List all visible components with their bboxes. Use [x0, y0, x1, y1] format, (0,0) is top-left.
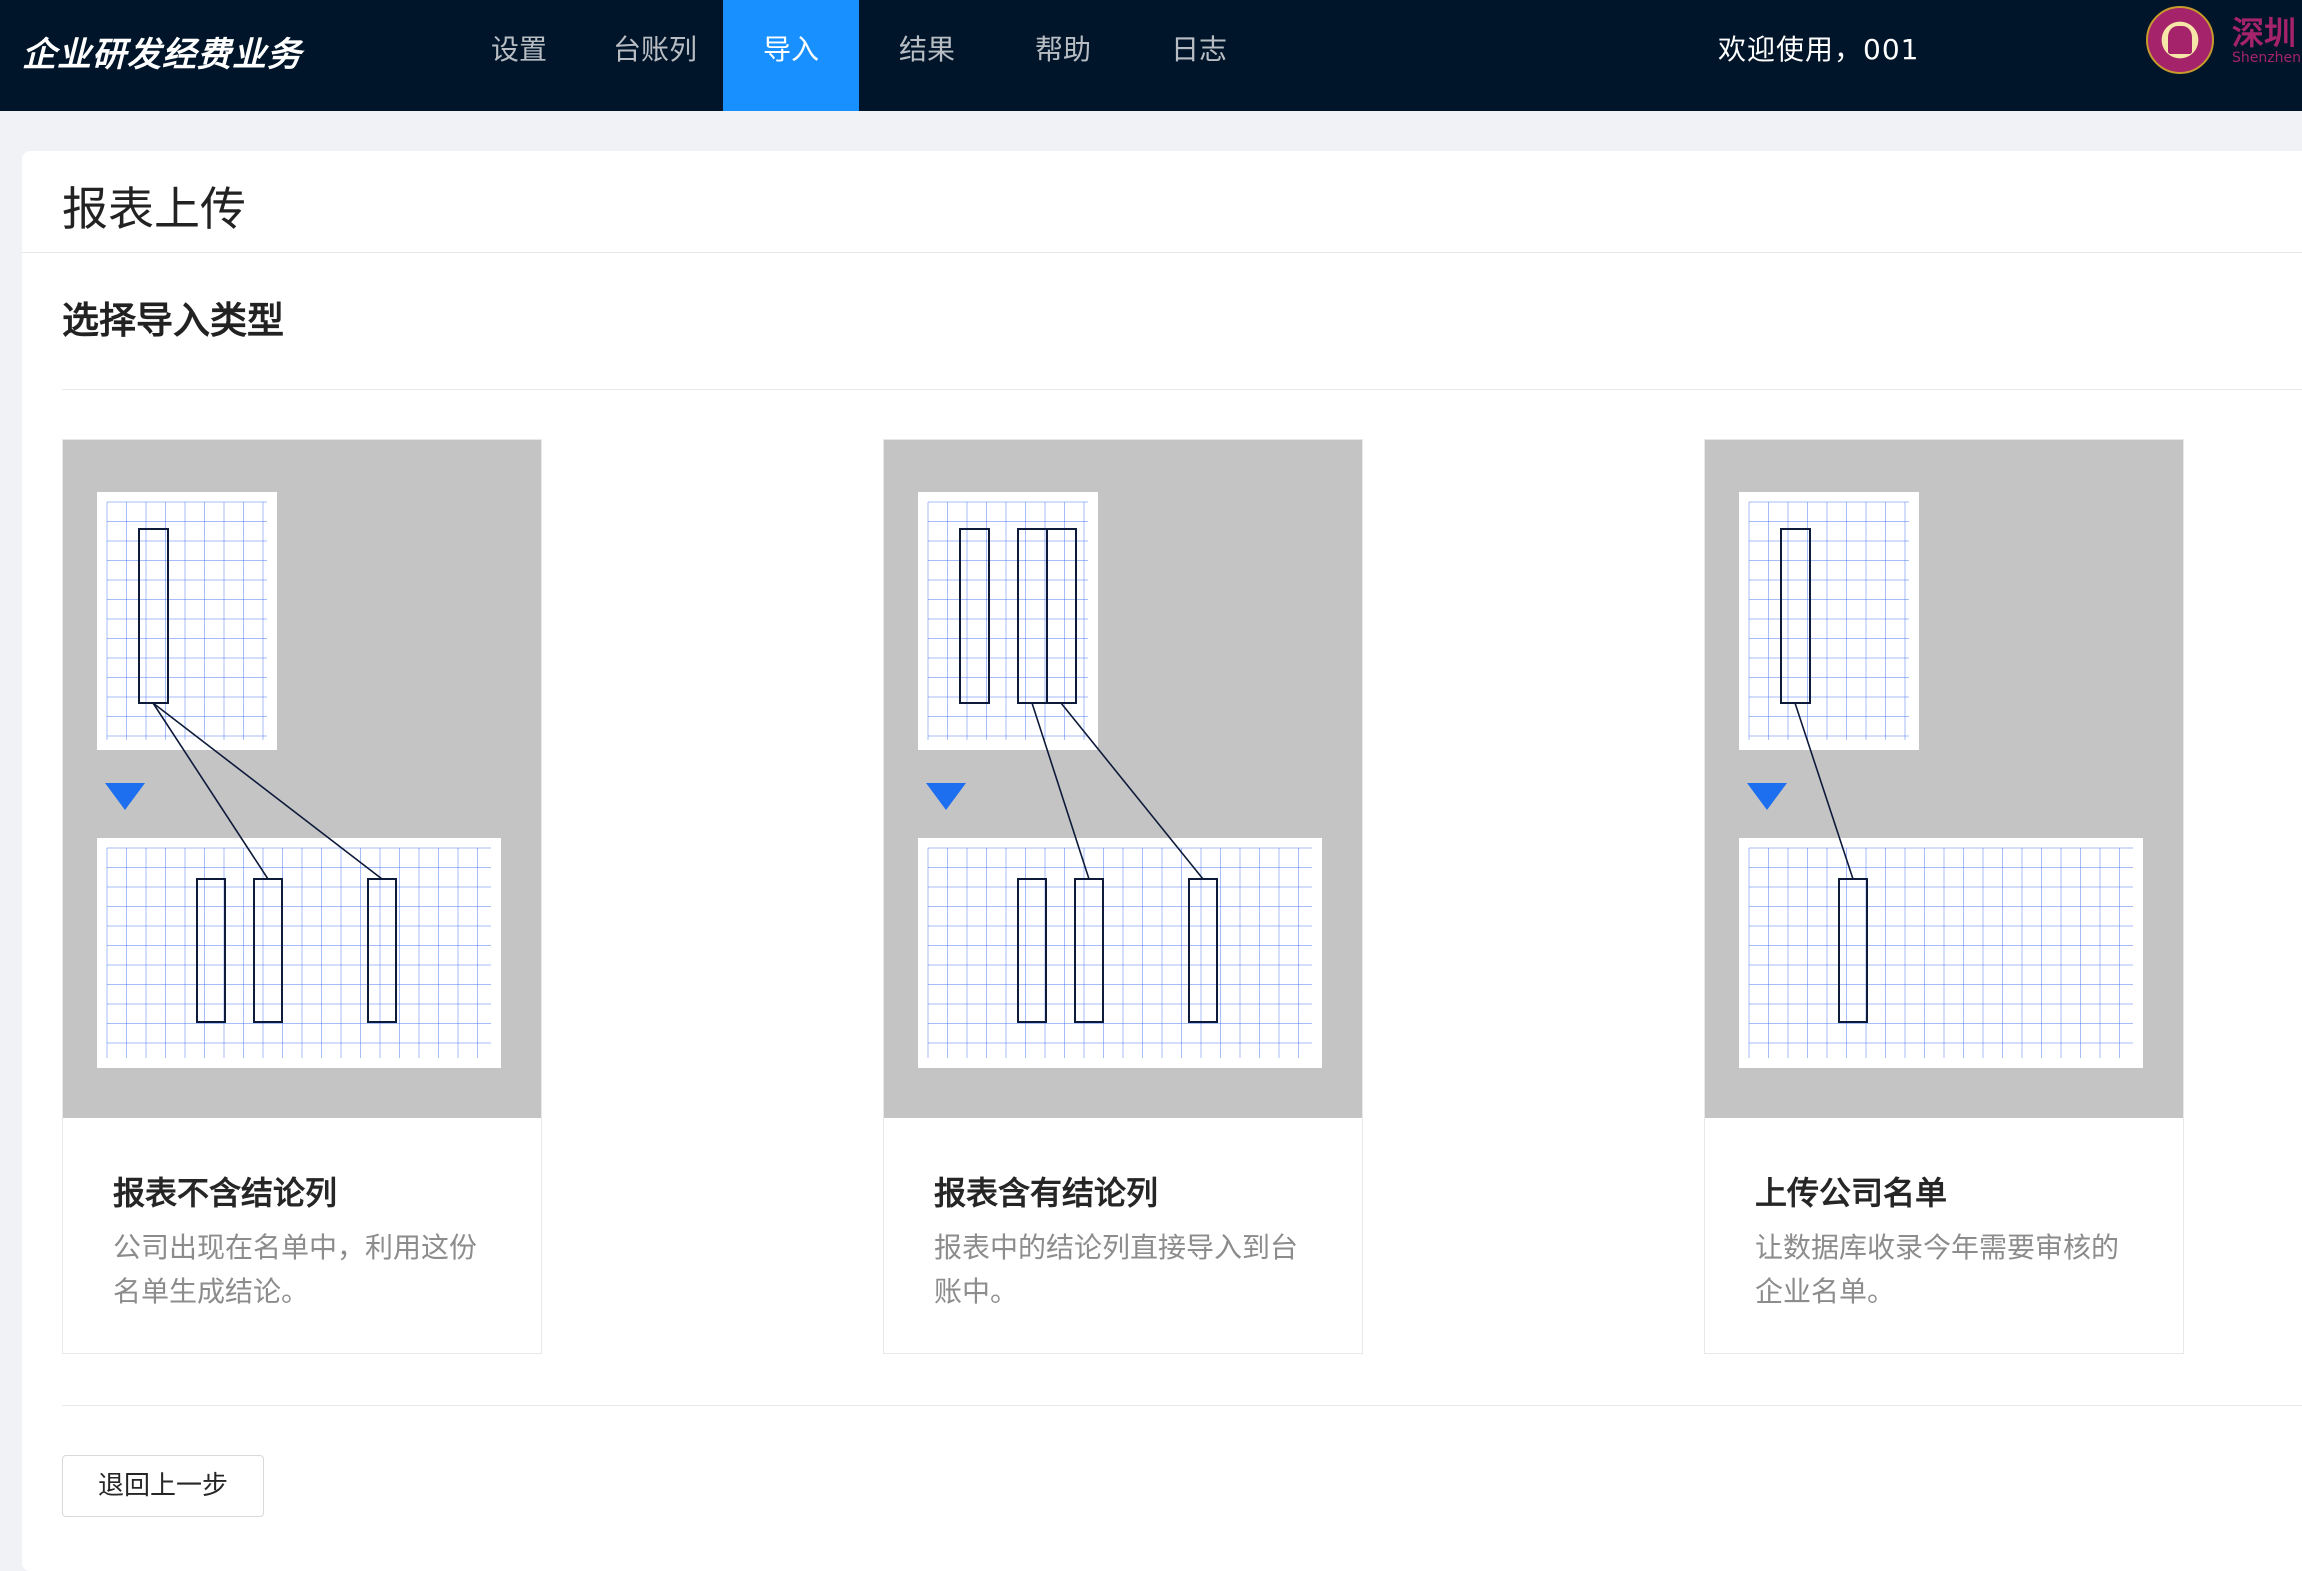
- nav-log[interactable]: 日志: [1131, 0, 1267, 111]
- app-title: 企业研发经费业务: [22, 35, 302, 75]
- top-header: 企业研发经费业务 设置 台账列 导入 结果 帮助 日志 欢迎使用，001 深圳 …: [0, 0, 2302, 111]
- import-type-card-company-list[interactable]: 上传公司名单 让数据库收录今年需要审核的企业名单。: [1704, 439, 2184, 1354]
- nav-settings[interactable]: 设置: [451, 0, 587, 111]
- down-arrow-icon: [926, 783, 966, 810]
- seal-icon: [2146, 6, 2214, 74]
- nav-help[interactable]: 帮助: [995, 0, 1131, 111]
- welcome-text: 欢迎使用，001: [1718, 33, 1920, 66]
- card-illustration: [884, 440, 1362, 1118]
- card-description: 让数据库收录今年需要审核的企业名单。: [1755, 1231, 2120, 1308]
- nav-ledger-columns[interactable]: 台账列: [587, 0, 723, 111]
- nav-import[interactable]: 导入: [723, 0, 859, 111]
- card-description: 公司出现在名单中，利用这份名单生成结论。: [113, 1231, 478, 1308]
- card-description: 报表中的结论列直接导入到台账中。: [934, 1231, 1299, 1308]
- card-title: 上传公司名单: [1755, 1174, 1948, 1212]
- import-type-card-with-conclusion[interactable]: 报表含有结论列 报表中的结论列直接导入到台账中。: [883, 439, 1363, 1354]
- page-title: 报表上传: [62, 182, 246, 236]
- logo-subtext: Shenzhen: [2232, 50, 2301, 66]
- down-arrow-icon: [105, 783, 145, 810]
- divider: [62, 389, 2302, 390]
- card-title: 报表含有结论列: [934, 1174, 1159, 1212]
- column-mapping-illustration: [1739, 492, 2143, 1068]
- down-arrow-icon: [1747, 783, 1787, 810]
- import-type-card-no-conclusion[interactable]: 报表不含结论列 公司出现在名单中，利用这份名单生成结论。: [62, 439, 542, 1354]
- logo-text: 深圳: [2232, 14, 2297, 52]
- upload-panel: 报表上传 选择导入类型 报表不含结论列 公司出现在名单中，利用这份名单生成结论。: [22, 151, 2302, 1571]
- card-title: 报表不含结论列: [113, 1174, 338, 1212]
- main-nav: 设置 台账列 导入 结果 帮助 日志: [451, 0, 1267, 111]
- divider: [22, 252, 2302, 253]
- back-button[interactable]: 退回上一步: [62, 1455, 264, 1517]
- nav-results[interactable]: 结果: [859, 0, 995, 111]
- column-mapping-illustration: [97, 492, 501, 1068]
- column-mapping-illustration: [918, 492, 1322, 1068]
- card-illustration: [1705, 440, 2183, 1118]
- divider: [62, 1405, 2302, 1406]
- card-illustration: [63, 440, 541, 1118]
- section-title: 选择导入类型: [62, 299, 284, 342]
- organization-logo: 深圳 Shenzhen: [2144, 2, 2302, 82]
